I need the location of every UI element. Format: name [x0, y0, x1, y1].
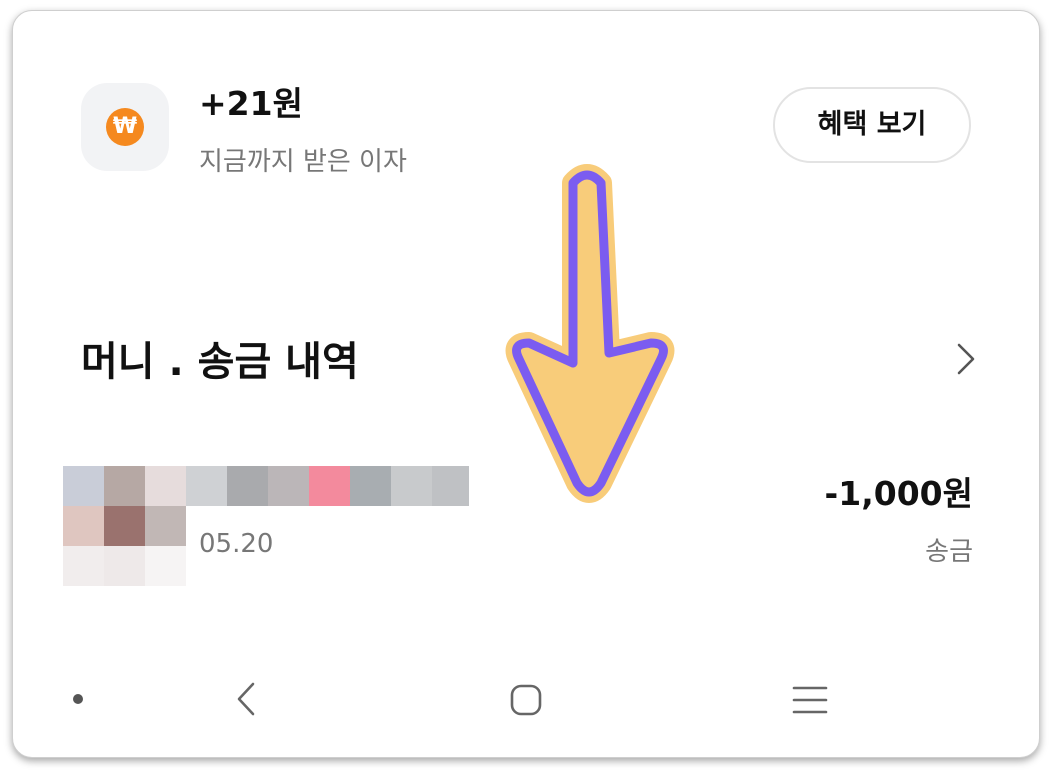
- interest-amount: +21원: [199, 84, 303, 123]
- blur-tile: [63, 546, 104, 586]
- back-icon[interactable]: [233, 681, 259, 717]
- blur-tile: [63, 506, 104, 546]
- blur-tile: [145, 546, 186, 586]
- blur-tile: [104, 466, 145, 506]
- blur-tile: [350, 466, 391, 506]
- transaction-type: 송금: [925, 537, 973, 567]
- blur-tile: [145, 506, 186, 546]
- transaction-amount: -1,000원: [824, 474, 973, 513]
- blur-tile: [186, 466, 227, 506]
- view-benefits-button[interactable]: 혜택 보기: [773, 87, 971, 163]
- chevron-right-icon[interactable]: [951, 341, 981, 377]
- home-icon[interactable]: [509, 683, 543, 717]
- recents-icon[interactable]: [791, 683, 829, 717]
- arrow-down-icon: [505, 164, 675, 503]
- interest-label: 지금까지 받은 이자: [199, 147, 407, 177]
- app-screen: ₩ +21원 지금까지 받은 이자 혜택 보기 머니 . 송금 내역 05.20…: [12, 10, 1040, 758]
- history-section-title[interactable]: 머니 . 송금 내역: [81, 329, 359, 387]
- blur-tile: [432, 466, 469, 506]
- blur-tile: [309, 466, 350, 506]
- blur-tile: [268, 466, 309, 506]
- won-coin-icon: ₩: [106, 108, 144, 146]
- blur-tile: [63, 466, 104, 506]
- transaction-date: 05.20: [199, 529, 274, 559]
- blur-tile: [391, 466, 432, 506]
- dot-icon: [73, 694, 83, 704]
- blur-tile: [104, 506, 145, 546]
- blur-tile: [145, 466, 186, 506]
- blur-tile: [227, 466, 268, 506]
- blur-tile: [104, 546, 145, 586]
- interest-icon-container: ₩: [81, 83, 169, 171]
- blurred-avatar: [63, 466, 469, 586]
